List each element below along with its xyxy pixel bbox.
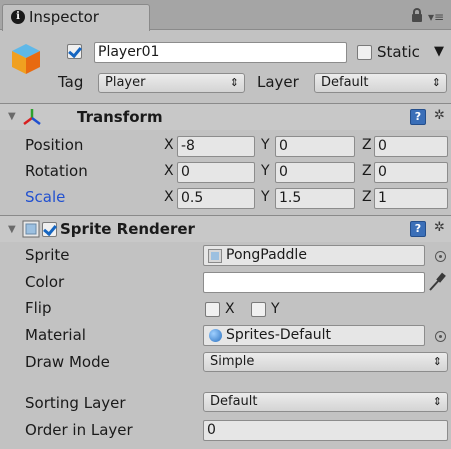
tag-label: Tag xyxy=(58,73,84,91)
scale-y-input[interactable]: 1.5 xyxy=(275,188,355,209)
sprite-renderer-header[interactable]: ▼ Sprite Renderer ? ✲ xyxy=(0,216,451,242)
material-sphere-icon xyxy=(209,329,222,342)
tag-dropdown[interactable]: Player ⇕ xyxy=(98,73,245,93)
gear-icon[interactable]: ✲ xyxy=(434,108,445,123)
rotation-x-input[interactable]: 0 xyxy=(177,162,255,183)
position-y-label[interactable]: Y xyxy=(261,137,270,153)
info-icon: i xyxy=(11,10,25,24)
sprite-object-field[interactable]: PongPaddle xyxy=(203,245,425,266)
sprite-renderer-enabled-checkbox[interactable] xyxy=(42,222,57,237)
sprite-renderer-icon xyxy=(22,220,40,238)
help-icon[interactable]: ? xyxy=(410,221,426,237)
tab-inspector-label: Inspector xyxy=(29,8,99,26)
eyedropper-icon[interactable] xyxy=(427,271,447,293)
scale-z-input[interactable]: 1 xyxy=(374,188,448,209)
position-z-label[interactable]: Z xyxy=(362,137,372,153)
draw-mode-dropdown[interactable]: Simple ⇕ xyxy=(203,352,448,372)
flip-x-label: X xyxy=(225,301,235,317)
foldout-arrow-icon[interactable]: ▼ xyxy=(8,111,16,122)
cube-icon xyxy=(12,44,40,74)
chevron-updown-icon: ⇕ xyxy=(229,76,239,89)
help-icon[interactable]: ? xyxy=(410,109,426,125)
scale-y-label[interactable]: Y xyxy=(261,189,270,205)
layer-label: Layer xyxy=(257,73,299,91)
order-in-layer-label: Order in Layer xyxy=(25,421,133,439)
rotation-label: Rotation xyxy=(25,162,88,180)
position-z-input[interactable]: 0 xyxy=(374,136,448,157)
tag-value: Player xyxy=(105,75,146,90)
rotation-y-label[interactable]: Y xyxy=(261,163,270,179)
scale-x-label[interactable]: X xyxy=(164,189,174,205)
static-dropdown-arrow[interactable]: ▼ xyxy=(434,44,444,59)
position-y-input[interactable]: 0 xyxy=(275,136,355,157)
layer-value: Default xyxy=(321,75,369,90)
rotation-y-input[interactable]: 0 xyxy=(275,162,355,183)
flip-y-label: Y xyxy=(271,301,280,317)
rotation-z-label[interactable]: Z xyxy=(362,163,372,179)
gear-icon[interactable]: ✲ xyxy=(434,220,445,235)
chevron-updown-icon: ⇕ xyxy=(431,76,441,89)
flip-label: Flip xyxy=(25,299,52,317)
transform-title: Transform xyxy=(77,108,163,126)
active-checkbox[interactable] xyxy=(67,44,82,59)
menu-icon[interactable]: ▾≡ xyxy=(428,10,444,24)
order-in-layer-input[interactable]: 0 xyxy=(203,420,448,441)
transform-header[interactable]: ▼ Transform ? ✲ xyxy=(0,104,451,130)
lock-icon[interactable] xyxy=(412,8,422,22)
rotation-z-input[interactable]: 0 xyxy=(374,162,448,183)
sprite-label: Sprite xyxy=(25,246,70,264)
sorting-layer-label: Sorting Layer xyxy=(25,394,126,412)
object-picker-icon[interactable] xyxy=(435,251,446,262)
position-x-label[interactable]: X xyxy=(164,137,174,153)
position-x-input[interactable]: -8 xyxy=(177,136,255,157)
scale-x-input[interactable]: 0.5 xyxy=(177,188,255,209)
draw-mode-label: Draw Mode xyxy=(25,353,110,371)
draw-mode-value: Simple xyxy=(210,354,255,369)
scale-label: Scale xyxy=(25,188,66,206)
material-label: Material xyxy=(25,326,86,344)
name-field[interactable]: Player01 xyxy=(94,42,347,63)
flip-y-checkbox[interactable] xyxy=(251,302,266,317)
rotation-x-label[interactable]: X xyxy=(164,163,174,179)
chevron-updown-icon: ⇕ xyxy=(432,395,442,408)
static-checkbox[interactable] xyxy=(357,45,372,60)
material-object-field[interactable]: Sprites-Default xyxy=(203,325,425,346)
sorting-layer-dropdown[interactable]: Default ⇕ xyxy=(203,392,448,412)
material-value: Sprites-Default xyxy=(226,327,332,343)
tab-inspector[interactable]: i Inspector xyxy=(2,4,150,31)
chevron-updown-icon: ⇕ xyxy=(432,355,442,368)
scale-z-label[interactable]: Z xyxy=(362,189,372,205)
sorting-layer-value: Default xyxy=(210,394,258,409)
position-label: Position xyxy=(25,136,84,154)
color-label: Color xyxy=(25,273,65,291)
color-swatch[interactable] xyxy=(203,272,425,293)
flip-x-checkbox[interactable] xyxy=(205,302,220,317)
transform-axes-icon xyxy=(23,109,41,125)
foldout-arrow-icon[interactable]: ▼ xyxy=(8,224,16,235)
static-label: Static xyxy=(377,43,420,61)
sprite-value: PongPaddle xyxy=(226,247,307,263)
layer-dropdown[interactable]: Default ⇕ xyxy=(314,73,447,93)
object-picker-icon[interactable] xyxy=(435,331,446,342)
sprite-renderer-title: Sprite Renderer xyxy=(60,220,195,238)
sprite-asset-icon xyxy=(208,249,222,263)
